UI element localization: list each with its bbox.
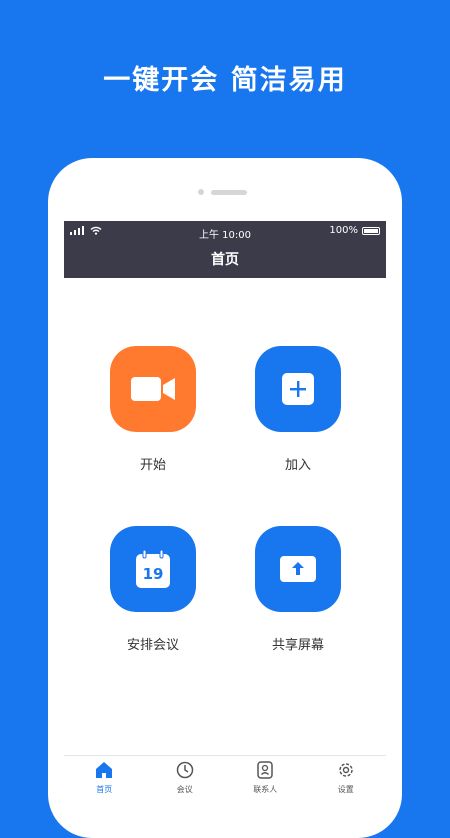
tab-meetings[interactable]: 会议 bbox=[145, 756, 226, 800]
share-screen-label: 共享屏幕 bbox=[271, 638, 324, 653]
video-camera-icon bbox=[131, 377, 175, 401]
contacts-icon bbox=[257, 761, 273, 779]
bottom-tab-bar: 首页 会议 联系人 设置 bbox=[64, 755, 386, 800]
join-label: 加入 bbox=[284, 458, 311, 473]
schedule-label: 安排会议 bbox=[126, 638, 179, 653]
tab-settings-label: 设置 bbox=[337, 785, 354, 794]
battery-percent: 100% bbox=[329, 225, 358, 236]
start-label: 开始 bbox=[139, 458, 166, 473]
tab-meetings-label: 会议 bbox=[176, 785, 193, 794]
tab-settings[interactable]: 设置 bbox=[306, 756, 387, 800]
battery-icon bbox=[362, 226, 380, 235]
schedule-meeting-button[interactable]: 19 安排会议 bbox=[93, 526, 213, 653]
earpiece-speaker bbox=[211, 190, 247, 195]
start-meeting-button[interactable]: 开始 bbox=[93, 346, 213, 473]
share-screen-icon bbox=[280, 556, 316, 582]
calendar-day: 19 bbox=[143, 565, 164, 583]
tab-home[interactable]: 首页 bbox=[64, 756, 145, 800]
front-camera bbox=[198, 189, 204, 195]
app-screen: 上午 10:00 100% 首页 开始 加入 19 安排会议 共享屏幕 首页 会… bbox=[64, 221, 386, 800]
promo-headline: 一键开会 简洁易用 bbox=[103, 65, 347, 96]
tab-contacts[interactable]: 联系人 bbox=[225, 756, 306, 800]
action-grid: 开始 加入 19 安排会议 共享屏幕 bbox=[64, 278, 386, 750]
page-title: 首页 bbox=[64, 243, 386, 278]
clock-icon bbox=[176, 761, 193, 779]
tab-contacts-label: 联系人 bbox=[253, 785, 278, 794]
calendar-icon: 19 bbox=[136, 549, 170, 588]
share-screen-button[interactable]: 共享屏幕 bbox=[238, 526, 358, 653]
tab-home-label: 首页 bbox=[96, 785, 113, 794]
gear-icon bbox=[339, 763, 353, 777]
status-bar: 上午 10:00 100% bbox=[64, 221, 386, 243]
home-icon bbox=[96, 762, 113, 778]
plus-icon bbox=[282, 373, 314, 405]
join-meeting-button[interactable]: 加入 bbox=[238, 346, 358, 473]
